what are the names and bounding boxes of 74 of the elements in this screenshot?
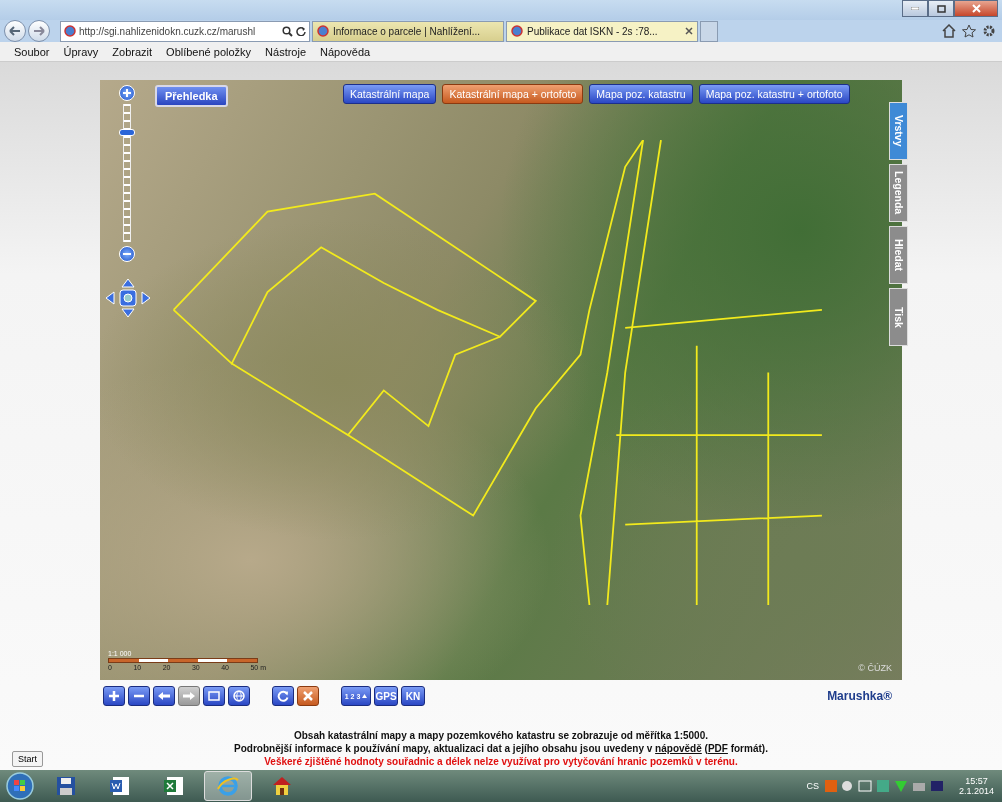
map-layer-button[interactable]: Mapa poz. katastru [589, 84, 693, 104]
warning-text: Veškeré zjištěné hodnoty souřadnic a délek nelze využívat pro vytyčování hranic pozemků v terénu. [264, 755, 738, 768]
tool-button[interactable]: GPS [374, 686, 398, 706]
minus-icon [123, 250, 131, 258]
side-tab[interactable]: Vrstvy [889, 102, 908, 160]
right-arrow-icon [183, 691, 195, 701]
close-icon [971, 4, 981, 13]
globe-icon [511, 25, 523, 37]
menu-item[interactable]: Oblíbené položky [166, 45, 252, 58]
right-arrow-icon [33, 26, 45, 36]
copyright-text: © ČÚZK [858, 663, 892, 673]
clock-date[interactable]: 2.1.2014 [958, 786, 994, 796]
map-layer-button[interactable]: Katastrální mapa [343, 84, 437, 104]
back-button[interactable] [4, 20, 26, 42]
brand-logo: Marushka® [827, 689, 892, 703]
left-arrow-icon [158, 691, 170, 701]
browser-tab[interactable]: Publikace dat ISKN - 2s :78... [506, 20, 698, 42]
side-tab[interactable]: Tisk [889, 288, 908, 346]
address-field[interactable]: http://sgi.nahlizenidokn.cuzk.cz/marushl [60, 20, 310, 42]
zoom-out-button[interactable] [128, 686, 150, 706]
settings-icon [982, 24, 996, 38]
map-layer-button[interactable]: Mapa poz. katastru + ortofoto [698, 84, 850, 104]
maximize-button[interactable] [928, 0, 954, 17]
restore-icon [936, 4, 946, 13]
browser-icon [217, 775, 239, 797]
close-button[interactable] [954, 0, 998, 17]
spreadsheet-icon [163, 775, 185, 797]
info-text: Obsah katastrální mapy a mapy pozemkového katastru se zobrazuje od měřítka 1:5000. [293, 729, 708, 742]
plus-icon [123, 89, 131, 97]
menu-item[interactable]: Nápověda [320, 45, 371, 58]
minimize-button[interactable] [902, 0, 928, 17]
side-tab[interactable]: Hledat [889, 226, 908, 284]
back-button[interactable] [153, 686, 175, 706]
language-indicator[interactable]: CS [806, 781, 819, 791]
rectangle-icon [208, 691, 220, 701]
house-icon [271, 775, 293, 797]
menu-item[interactable]: Nástroje [265, 45, 307, 58]
clock-time[interactable]: 15:57 [965, 776, 988, 786]
slider-thumb[interactable] [119, 128, 135, 136]
menu-item[interactable]: Soubor [14, 45, 50, 58]
search-icon [282, 25, 293, 37]
map-layer-button[interactable]: Katastrální mapa + ortofoto [442, 84, 584, 104]
start-button[interactable]: Start [12, 751, 43, 767]
globe-icon [64, 25, 76, 37]
menu-item[interactable]: Zobrazit [112, 45, 153, 58]
caret-icon [362, 694, 368, 698]
minimize-icon [911, 7, 919, 10]
refresh-icon [277, 690, 289, 702]
tool-button[interactable]: KN [401, 686, 425, 706]
close-icon [303, 691, 313, 701]
map-photo-placeholder[interactable] [100, 80, 902, 680]
cancel-button[interactable] [297, 686, 319, 706]
refresh-icon [296, 26, 306, 36]
help-link[interactable]: nápovědě [655, 743, 702, 754]
forward-button[interactable] [28, 20, 50, 42]
info-text: Podrobnější informace k používání mapy, aktualizaci dat a jejího obsahu jsou uvedeny v nápovědě (PDF formát). [234, 742, 768, 755]
overview-button[interactable]: Přehledka [155, 85, 228, 107]
globe-icon [317, 25, 329, 37]
star-icon [962, 24, 976, 38]
menu-item[interactable]: Úpravy [63, 45, 99, 58]
home-icon [942, 24, 956, 38]
left-arrow-icon [9, 26, 21, 36]
globe-icon [233, 690, 245, 702]
start-orb-icon[interactable] [4, 771, 36, 801]
browser-tab[interactable]: Informace o parcele | Nahlížení... [312, 20, 504, 42]
full-extent-button[interactable] [228, 686, 250, 706]
side-tab[interactable]: Legenda [889, 164, 908, 222]
refresh-button[interactable] [272, 686, 294, 706]
pan-control-icon[interactable] [105, 278, 151, 318]
zoom-in-button[interactable] [103, 686, 125, 706]
plus-icon [109, 691, 119, 701]
zoom-box-button[interactable] [203, 686, 225, 706]
word-document-icon [109, 775, 131, 797]
close-icon [685, 27, 693, 35]
